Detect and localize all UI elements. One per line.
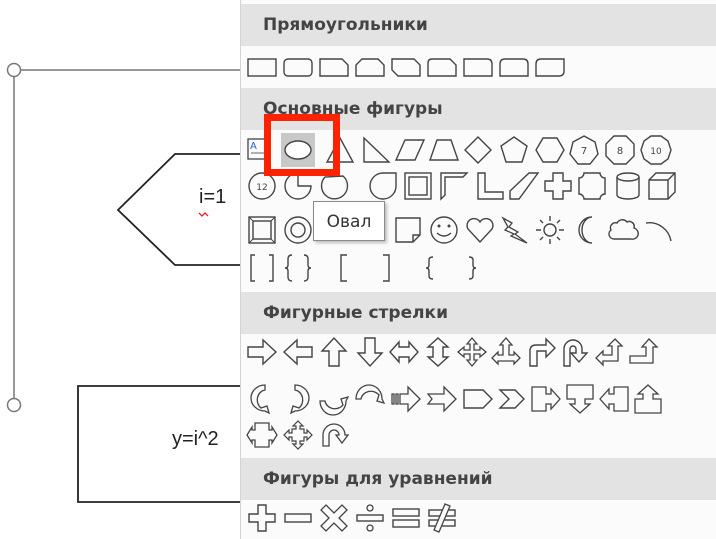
l-shape-icon[interactable] <box>473 169 507 203</box>
lightning-bolt-icon[interactable] <box>497 213 531 247</box>
selection-handle-bottom[interactable] <box>6 397 22 413</box>
hexagon-block[interactable] <box>116 153 240 266</box>
round-diagonal-rectangle-icon[interactable] <box>533 50 567 84</box>
not-equal-icon[interactable] <box>425 501 459 535</box>
division-icon[interactable] <box>353 501 387 535</box>
svg-text:12: 12 <box>256 183 267 193</box>
oval-selection-highlight <box>264 114 340 176</box>
right-brace-icon[interactable] <box>455 251 489 285</box>
spellcheck-squiggle <box>198 212 209 217</box>
up-down-arrow-icon[interactable] <box>421 335 455 369</box>
octagon-icon[interactable]: 8 <box>603 133 637 167</box>
multiply-icon[interactable] <box>317 501 351 535</box>
trapezoid-icon[interactable] <box>427 133 461 167</box>
right-arrow-icon[interactable] <box>245 335 279 369</box>
plaque-icon[interactable] <box>575 169 609 203</box>
svg-text:8: 8 <box>617 146 623 157</box>
curved-left-arrow-icon[interactable] <box>281 382 315 416</box>
rectangles-row <box>241 50 716 86</box>
heart-icon[interactable] <box>463 213 497 247</box>
right-arrow-callout-icon[interactable] <box>529 382 563 416</box>
svg-text:A: A <box>250 141 257 152</box>
bent-up-arrow-icon[interactable] <box>627 335 661 369</box>
moon-icon[interactable] <box>569 213 603 247</box>
curved-up-arrow-icon[interactable] <box>317 382 351 416</box>
cross-icon[interactable] <box>541 169 575 203</box>
folded-corner-icon[interactable] <box>391 213 425 247</box>
process-block-label: y=i^2 <box>172 428 219 450</box>
arc-icon[interactable] <box>641 213 675 247</box>
selection-handle-top[interactable] <box>6 62 22 78</box>
left-arrow-callout-icon[interactable] <box>597 382 631 416</box>
quad-arrow-callout-icon[interactable] <box>281 418 315 452</box>
chevron-arrow-icon[interactable] <box>495 382 529 416</box>
svg-text:10: 10 <box>650 147 662 157</box>
bevel-icon[interactable] <box>245 213 279 247</box>
left-arrow-icon[interactable] <box>281 335 315 369</box>
category-header-rectangles: Прямоугольники <box>241 4 716 46</box>
rounded-rectangle-icon[interactable] <box>281 50 315 84</box>
category-header-equation-shapes: Фигуры для уравнений <box>241 458 716 500</box>
teardrop-icon[interactable] <box>365 169 399 203</box>
oval-tooltip: Овал <box>313 201 385 241</box>
shapes-gallery: Прямоугольники Основные фигуры A 7 8 10 … <box>240 0 716 539</box>
donut-icon[interactable] <box>281 213 315 247</box>
hexagon-block-label: i=1 <box>199 186 227 208</box>
heptagon-icon[interactable]: 7 <box>567 133 601 167</box>
half-frame-icon[interactable] <box>437 169 471 203</box>
category-header-block-arrows: Фигурные стрелки <box>241 292 716 334</box>
diagonal-stripe-icon[interactable] <box>507 169 541 203</box>
circular-arrow-icon[interactable] <box>317 418 351 452</box>
decagon-icon[interactable]: 10 <box>639 133 673 167</box>
double-bracket-icon[interactable] <box>245 251 279 285</box>
basic-shapes-row-4 <box>241 251 716 287</box>
bent-arrow-icon[interactable] <box>525 335 559 369</box>
double-brace-icon[interactable] <box>281 251 315 285</box>
can-icon[interactable] <box>611 169 645 203</box>
right-bracket-icon[interactable] <box>369 251 403 285</box>
block-arrows-row-1 <box>241 335 716 371</box>
equation-shapes-row <box>241 501 716 537</box>
down-arrow-icon[interactable] <box>353 335 387 369</box>
snip-round-rectangle-icon[interactable] <box>425 50 459 84</box>
left-right-arrow-icon[interactable] <box>387 335 421 369</box>
left-up-arrow-icon[interactable] <box>593 335 627 369</box>
up-arrow-callout-icon[interactable] <box>631 382 665 416</box>
rectangle-icon[interactable] <box>245 50 279 84</box>
down-arrow-callout-icon[interactable] <box>563 382 597 416</box>
round-single-corner-rectangle-icon[interactable] <box>461 50 495 84</box>
u-turn-arrow-icon[interactable] <box>559 335 593 369</box>
smiley-face-icon[interactable] <box>427 213 461 247</box>
left-right-up-arrow-icon[interactable] <box>489 335 523 369</box>
left-brace-icon[interactable] <box>413 251 447 285</box>
up-arrow-icon[interactable] <box>317 335 351 369</box>
snip-diagonal-rectangle-icon[interactable] <box>389 50 423 84</box>
curved-down-arrow-icon[interactable] <box>353 382 387 416</box>
snip-two-corner-rectangle-icon[interactable] <box>353 50 387 84</box>
notched-right-arrow-icon[interactable] <box>425 382 459 416</box>
frame-icon[interactable] <box>401 169 435 203</box>
striped-right-arrow-icon[interactable] <box>389 382 423 416</box>
right-triangle-icon[interactable] <box>359 133 393 167</box>
equal-icon[interactable] <box>389 501 423 535</box>
hexagon-icon[interactable] <box>533 133 567 167</box>
curved-right-arrow-icon[interactable] <box>245 382 279 416</box>
cube-icon[interactable] <box>645 169 679 203</box>
left-right-arrow-callout-icon[interactable] <box>245 418 279 452</box>
pentagon-arrow-icon[interactable] <box>461 382 495 416</box>
pentagon-icon[interactable] <box>497 133 531 167</box>
cloud-icon[interactable] <box>605 213 639 247</box>
plus-icon[interactable] <box>245 501 279 535</box>
left-bracket-icon[interactable] <box>327 251 361 285</box>
sun-icon[interactable] <box>533 213 567 247</box>
round-same-side-rectangle-icon[interactable] <box>497 50 531 84</box>
quad-arrow-icon[interactable] <box>455 335 489 369</box>
diamond-icon[interactable] <box>461 133 495 167</box>
minus-icon[interactable] <box>281 501 315 535</box>
block-arrows-row-2 <box>241 382 716 418</box>
snip-corner-rectangle-icon[interactable] <box>317 50 351 84</box>
block-arrows-row-3 <box>241 418 716 454</box>
svg-text:7: 7 <box>581 146 587 157</box>
parallelogram-icon[interactable] <box>393 133 427 167</box>
